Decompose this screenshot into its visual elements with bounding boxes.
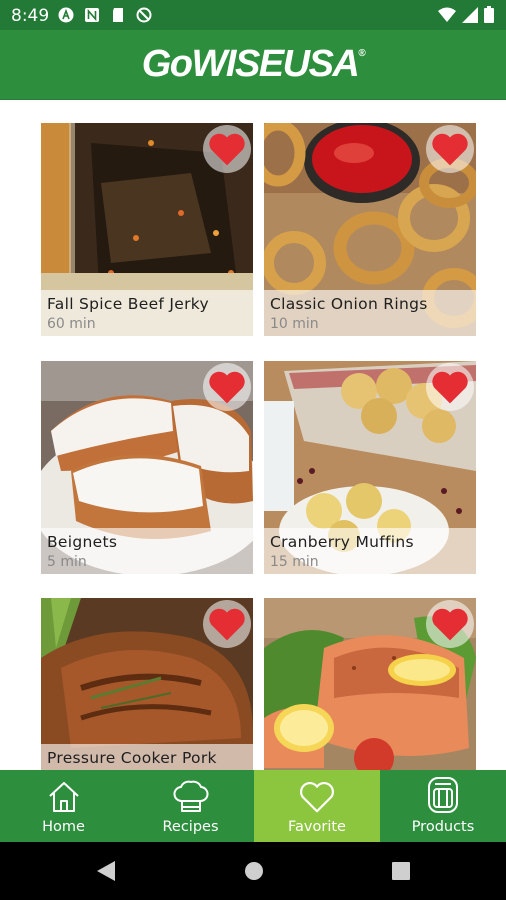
favorites-grid: Fall Spice Beef Jerky 60 min Classic Oni… [0,100,506,770]
recipe-caption: Beignets 5 min [41,528,253,574]
sd-card-icon [113,8,123,22]
heart-filled-icon [432,371,468,404]
nav-products[interactable]: Products [380,770,506,842]
recipe-title: Cranberry Muffins [270,533,414,551]
favorite-toggle[interactable] [203,363,251,411]
home-circle-icon[interactable] [243,859,265,883]
recipe-title: Classic Onion Rings [270,295,428,313]
logo-text: GoWISEUSA [141,43,360,85]
nav-home[interactable]: Home [0,770,127,842]
home-icon [48,782,79,812]
nav-recipes[interactable]: Recipes [127,770,254,842]
recipe-card[interactable]: Classic Onion Rings 10 min [264,123,476,336]
bottom-nav: Home Recipes Favorite Products [0,770,506,842]
recipe-card[interactable]: Fall Spice Beef Jerky 60 min [41,123,253,336]
heart-outline-icon [300,782,334,813]
recipe-title: Pressure Cooker Pork [47,749,217,767]
recipe-time: 15 min [270,554,319,570]
heart-filled-icon [432,133,468,166]
back-icon[interactable] [95,859,117,883]
nav-products-label: Products [411,819,475,835]
status-bar: 8:49 [0,0,506,30]
signal-icon [462,6,478,23]
favorite-toggle[interactable] [426,125,474,173]
heart-filled-icon [432,608,468,641]
favorite-toggle[interactable] [426,363,474,411]
favorite-toggle[interactable] [203,125,251,173]
wifi-icon [438,7,456,22]
logo-registered-mark: ® [358,48,365,60]
notification-n-icon [85,8,99,22]
heart-filled-icon [209,608,245,641]
heart-filled-icon [209,371,245,404]
battery-icon [484,6,494,23]
status-icons [438,6,494,23]
nav-home-label: Home [42,819,85,835]
recipe-time: 5 min [47,554,87,570]
favorite-toggle[interactable] [426,600,474,648]
chef-hat-icon [173,780,208,812]
do-not-disturb-icon [136,7,152,23]
recipe-caption: Fall Spice Beef Jerky 60 min [41,290,253,336]
air-fryer-icon [428,777,458,813]
app-screen: 8:49 GoWISEUSA® Fall Spice Beef Jerky 60… [0,0,506,900]
status-time: 8:49 [11,6,50,26]
heart-filled-icon [209,133,245,166]
notification-a-icon [58,7,74,23]
system-nav-bar [0,842,506,900]
recipe-card[interactable] [264,598,476,770]
recipe-time: 60 min [47,316,96,332]
recipe-caption: Classic Onion Rings 10 min [264,290,476,336]
brand-logo: GoWISEUSA® [0,43,506,86]
recipe-caption: Pressure Cooker Pork [41,744,253,770]
recipe-card[interactable]: Cranberry Muffins 15 min [264,361,476,574]
recipe-title: Beignets [47,533,118,551]
recipe-caption: Cranberry Muffins 15 min [264,528,476,574]
nav-favorite-label: Favorite [288,819,346,835]
nav-recipes-label: Recipes [162,819,219,835]
recipe-card[interactable]: Beignets 5 min [41,361,253,574]
nav-favorite[interactable]: Favorite [254,770,380,842]
recents-icon[interactable] [390,859,412,883]
recipe-time: 10 min [270,316,319,332]
recipe-card[interactable]: Pressure Cooker Pork [41,598,253,770]
app-header: GoWISEUSA® [0,30,506,100]
favorite-toggle[interactable] [203,600,251,648]
recipe-title: Fall Spice Beef Jerky [47,295,209,313]
